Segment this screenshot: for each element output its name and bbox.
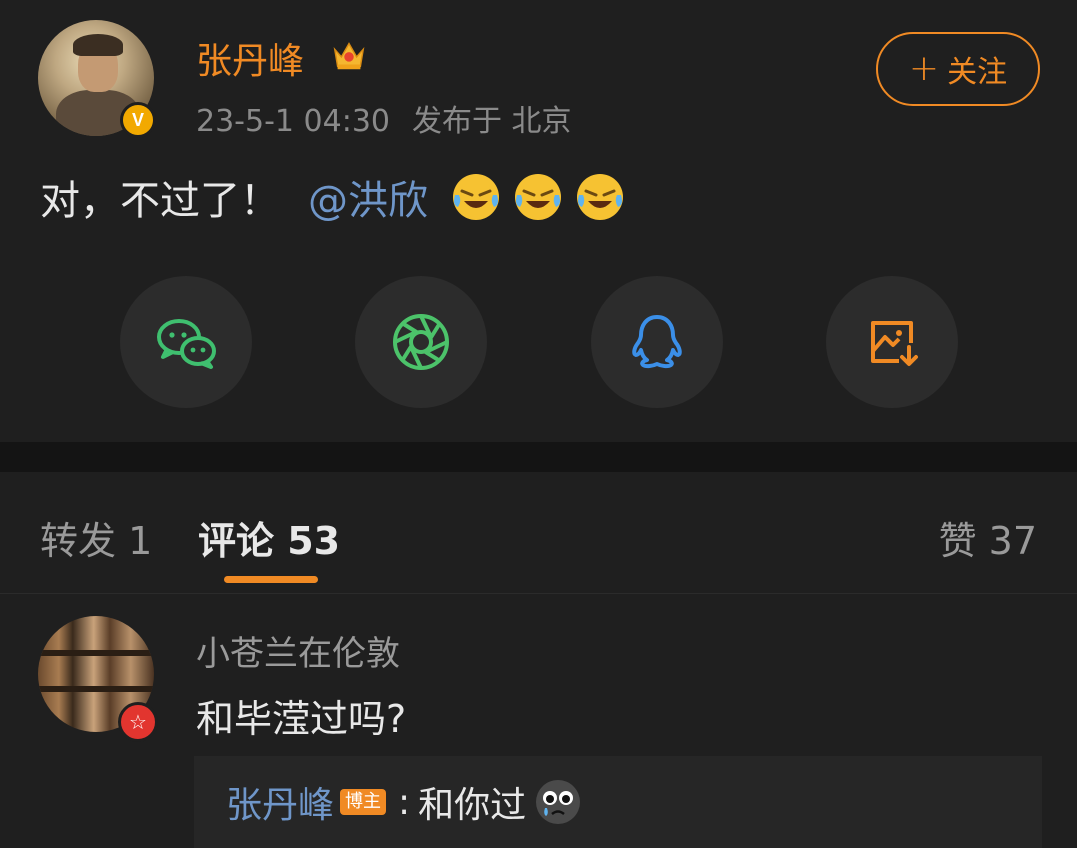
save-image-icon bbox=[871, 321, 918, 366]
tab-repost[interactable]: 转发 1 bbox=[40, 510, 152, 565]
follow-button[interactable]: + 关注 bbox=[876, 32, 1040, 106]
moments-icon bbox=[393, 314, 449, 370]
share-qq-button[interactable] bbox=[591, 276, 723, 408]
tab-likes[interactable]: 赞 37 bbox=[939, 510, 1037, 565]
qq-icon bbox=[632, 315, 682, 369]
laugh-cry-emoji bbox=[577, 174, 623, 220]
post-card: V 张丹峰 23-5-1 04:30 发布于 北京 + 关注 对，不过了！ @洪欣 bbox=[0, 0, 1077, 442]
share-moments-button[interactable] bbox=[355, 276, 487, 408]
author-name[interactable]: 张丹峰 bbox=[196, 32, 304, 84]
wechat-icon bbox=[157, 319, 216, 369]
comment-text: 和毕滢过吗? bbox=[196, 697, 407, 741]
share-row bbox=[0, 276, 1077, 408]
mention-link[interactable]: @洪欣 bbox=[308, 168, 428, 226]
reply-line: 张丹峰 博主 : 和你过 bbox=[226, 776, 582, 828]
post-content: 对，不过了！ @洪欣 bbox=[40, 168, 626, 226]
share-wechat-button[interactable] bbox=[120, 276, 252, 408]
commenter-badge: ☆ bbox=[118, 702, 158, 742]
reply-colon: : bbox=[398, 781, 411, 823]
reply-text: 和你过 bbox=[418, 785, 527, 826]
reply-box[interactable]: 张丹峰 博主 : 和你过 bbox=[194, 756, 1042, 848]
tab-comments[interactable]: 评论 53 bbox=[198, 510, 340, 565]
save-image-button[interactable] bbox=[826, 276, 958, 408]
reply-author[interactable]: 张丹峰 bbox=[226, 776, 334, 828]
commenter-name[interactable]: 小苍兰在伦敦 bbox=[196, 626, 400, 675]
verified-badge: V bbox=[120, 102, 156, 138]
post-location: 发布于 北京 bbox=[412, 104, 572, 139]
post-timestamp: 23-5-1 04:30 bbox=[196, 104, 390, 139]
crown-icon bbox=[333, 42, 365, 70]
follow-label: 关注 bbox=[947, 55, 1008, 90]
interaction-tabs: 转发 1 评论 53 赞 37 bbox=[0, 472, 1077, 594]
laugh-cry-emoji bbox=[515, 174, 561, 220]
post-body-text: 对，不过了！ bbox=[40, 178, 280, 224]
post-meta: 23-5-1 04:30 发布于 北京 bbox=[196, 96, 572, 140]
section-divider bbox=[0, 442, 1077, 472]
comment-item: ☆ 小苍兰在伦敦 和毕滢过吗? 张丹峰 博主 : 和你过 bbox=[0, 594, 1077, 848]
active-tab-indicator bbox=[224, 576, 318, 583]
crying-emoji bbox=[536, 780, 581, 824]
host-badge: 博主 bbox=[340, 789, 387, 815]
laugh-cry-emoji bbox=[453, 174, 499, 220]
plus-icon: + bbox=[908, 48, 940, 89]
